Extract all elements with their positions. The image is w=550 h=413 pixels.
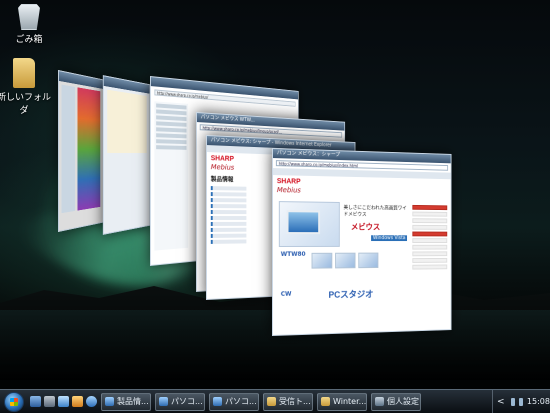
headline: 美しさにこだわれた高画質ワイドメビウス — [343, 204, 407, 218]
taskbar-button-mail[interactable]: 受信ト... — [263, 392, 313, 411]
taskbar-button-label: 受信ト... — [279, 397, 311, 406]
taskbar-button-ie[interactable]: パソコ... — [155, 392, 205, 411]
control-panel-icon — [375, 397, 384, 406]
thumbnail-row — [311, 252, 379, 269]
pc-studio-banner[interactable]: PCスタジオ — [329, 287, 374, 300]
os-badge: Windows Vista — [371, 235, 408, 242]
desktop-icon-recycle-bin[interactable]: ごみ箱 — [2, 4, 56, 45]
taskbar-button-label: パソコ... — [171, 397, 203, 406]
taskbar-button-ie[interactable]: 製品情... — [101, 392, 151, 411]
product-name: メビウス — [350, 222, 381, 232]
folder-icon — [13, 58, 35, 88]
window-explorer[interactable] — [102, 75, 151, 235]
taskbar-button-label: 製品情... — [117, 397, 149, 406]
taskbar-button-label: Winter... — [333, 397, 367, 406]
show-desktop-icon[interactable] — [30, 396, 41, 407]
folder-pane — [107, 89, 147, 154]
folder-icon[interactable] — [72, 396, 83, 407]
taskbar-button-label: パソコ... — [225, 397, 257, 406]
ie-icon[interactable] — [58, 396, 69, 407]
taskbar-button-label: 個人設定 — [387, 397, 419, 406]
network-icon[interactable] — [510, 397, 515, 406]
taskbar: 製品情... パソコ... パソコ... 受信ト... Winter... 個人… — [0, 389, 550, 413]
right-column — [412, 203, 448, 271]
taskbar-button-folder[interactable]: Winter... — [317, 392, 367, 411]
clock[interactable]: 15:08 — [527, 397, 550, 406]
ie-icon — [213, 397, 222, 406]
series-label-2[interactable]: CW — [281, 291, 292, 298]
laptop-image — [287, 210, 320, 235]
system-tray: < 15:08 — [492, 390, 550, 413]
volume-icon[interactable] — [518, 397, 523, 406]
start-button[interactable] — [4, 391, 24, 412]
window-ie-front[interactable]: パソコン メビウス：シャープ http://www.sharp.co.jp/me… — [272, 148, 452, 336]
switch-windows-icon[interactable] — [44, 396, 55, 407]
desktop-icon-label: ごみ箱 — [15, 35, 43, 45]
folder-icon — [321, 397, 330, 406]
desktop-icon-label: 新しいフォルダ — [0, 93, 51, 116]
recycle-bin-icon — [18, 4, 40, 30]
product-nav — [210, 184, 247, 246]
media-icon[interactable] — [86, 396, 97, 407]
taskbar-button-personalize[interactable]: 個人設定 — [371, 392, 421, 411]
series-label[interactable]: WTW80 — [281, 251, 306, 258]
ie-icon — [159, 397, 168, 406]
folder-tree — [154, 101, 189, 251]
media-artwork — [77, 87, 101, 211]
hero-image — [278, 201, 340, 247]
taskbar-button-ie[interactable]: パソコ... — [209, 392, 259, 411]
quick-launch — [30, 396, 97, 407]
tray-expand-button[interactable]: < — [497, 397, 505, 407]
ie-icon — [105, 397, 114, 406]
mail-icon — [267, 397, 276, 406]
desktop-icon-new-folder[interactable]: 新しいフォルダ — [0, 58, 54, 116]
window-sidebar — [61, 84, 76, 214]
